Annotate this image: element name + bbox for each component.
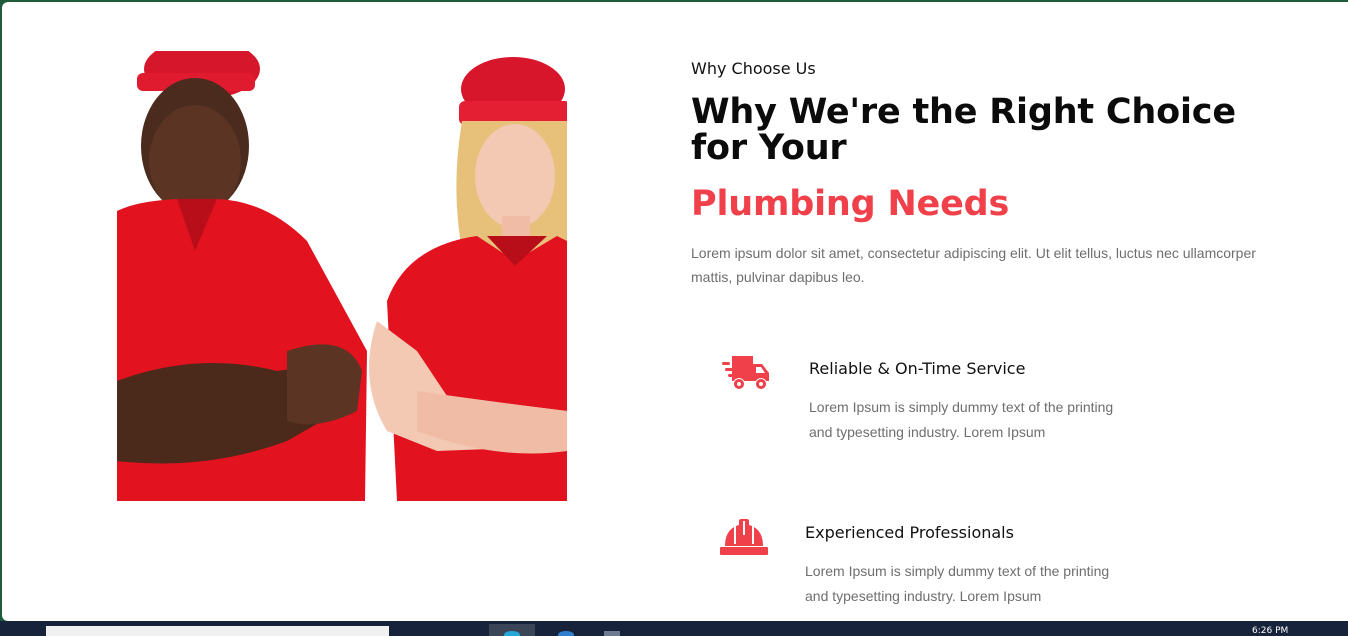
feature-description: Lorem Ipsum is simply dummy text of the …: [805, 563, 1110, 604]
team-photo-illustration: [117, 51, 567, 501]
taskbar: 6:26 PM: [0, 621, 1348, 636]
hard-hat-icon: [720, 518, 768, 560]
feature-title: Experienced Professionals: [805, 523, 1014, 542]
section-headline: Why We're the Right Choice for Your: [691, 92, 1236, 168]
section-headline-accent: Plumbing Needs: [691, 184, 1010, 224]
file-explorer-icon[interactable]: [604, 631, 620, 636]
page-content: Why Choose Us Why We're the Right Choice…: [2, 2, 1348, 621]
taskbar-search-box[interactable]: [46, 626, 389, 636]
feature-title: Reliable & On-Time Service: [809, 359, 1026, 378]
taskbar-clock[interactable]: 6:26 PM: [1252, 626, 1288, 636]
edge-icon[interactable]: [558, 631, 574, 636]
feature-description: Lorem Ipsum is simply dummy text of the …: [809, 399, 1114, 440]
section-eyebrow: Why Choose Us: [691, 59, 816, 78]
delivery-truck-icon: [722, 353, 770, 397]
team-photo: [117, 51, 567, 501]
browser-icon[interactable]: [504, 631, 520, 636]
section-intro: Lorem ipsum dolor sit amet, consectetur …: [691, 245, 1256, 285]
